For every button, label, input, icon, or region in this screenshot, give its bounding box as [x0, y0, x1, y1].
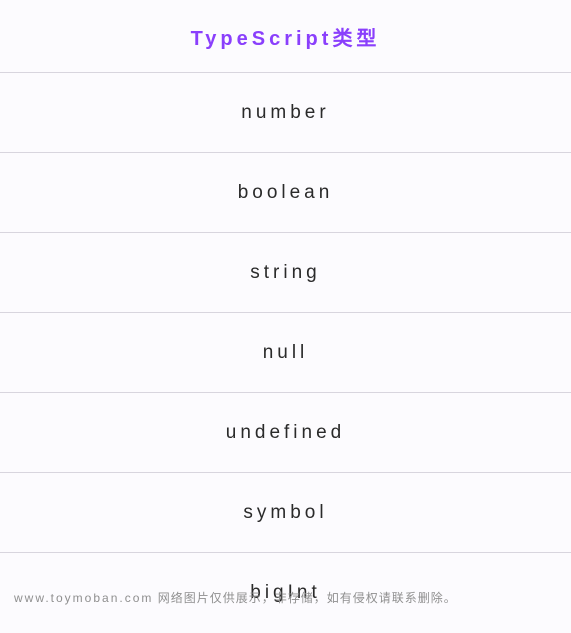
watermark-text: www.toymoban.com 网络图片仅供展示，非存储，如有侵权请联系删除。: [14, 589, 457, 606]
type-cell: number: [241, 102, 329, 124]
type-cell: boolean: [238, 182, 334, 204]
types-table: TypeScript类型 number boolean string null …: [0, 0, 571, 633]
table-row: boolean: [0, 153, 571, 233]
type-cell: string: [250, 262, 320, 284]
watermark-notice: 网络图片仅供展示，非存储，如有侵权请联系删除。: [153, 591, 456, 605]
table-header-title: TypeScript类型: [191, 22, 381, 51]
type-cell: undefined: [226, 422, 345, 444]
table-row: string: [0, 233, 571, 313]
watermark-domain: www.toymoban.com: [14, 591, 153, 605]
table-row: number: [0, 73, 571, 153]
table-row: undefined: [0, 393, 571, 473]
table-header-row: TypeScript类型: [0, 0, 571, 73]
type-cell: symbol: [243, 502, 327, 524]
table-row: null: [0, 313, 571, 393]
type-cell: null: [263, 342, 309, 364]
table-row: symbol: [0, 473, 571, 553]
